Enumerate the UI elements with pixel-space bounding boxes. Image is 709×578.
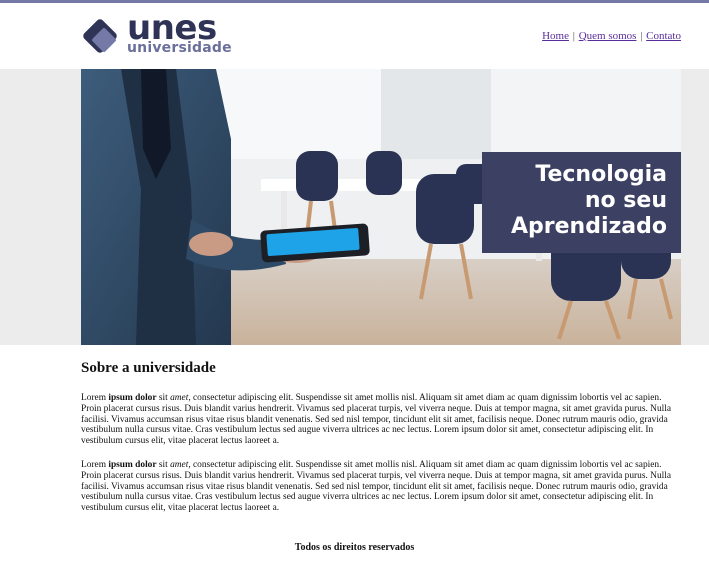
top-nav: Home | Quem somos | Contato [542,30,681,42]
nav-link-quem-somos[interactable]: Quem somos [579,30,637,42]
paragraph-text: sit [156,460,171,470]
banner-caption-line: no seu [584,188,667,213]
about-paragraph: Lorem ipsum dolor sit amet, consectetur … [81,393,681,447]
paragraph-text: Lorem [81,393,109,403]
paragraph-text: sit [156,393,171,403]
logo-subtitle: universidade [127,40,232,56]
about-paragraph: Lorem ipsum dolor sit amet, consectetur … [81,460,681,514]
banner-caption-line: Aprendizado [510,214,667,239]
paragraph-italic-text: amet [170,460,189,470]
nav-separator: | [572,30,575,42]
footer-text: Todos os direitos reservados [294,542,415,553]
section-title: Sobre a universidade [81,360,216,376]
paragraph-italic-text: amet [170,393,189,403]
nav-link-contato[interactable]: Contato [646,30,681,42]
site-logo[interactable]: unes universidade [81,11,232,57]
paragraph-bold-text: ipsum dolor [108,460,157,470]
paragraph-text: Lorem [81,460,109,470]
diamond-logo-icon [83,19,117,53]
banner-caption-line: Tecnologia [535,162,667,187]
paragraph-bold-text: ipsum dolor [108,393,157,403]
hero-banner: Tecnologia no seu Aprendizado [81,69,681,345]
nav-link-home[interactable]: Home [542,30,569,42]
banner-caption: Tecnologia no seu Aprendizado [482,152,681,253]
nav-separator: | [640,30,643,42]
top-accent-bar [0,0,709,3]
